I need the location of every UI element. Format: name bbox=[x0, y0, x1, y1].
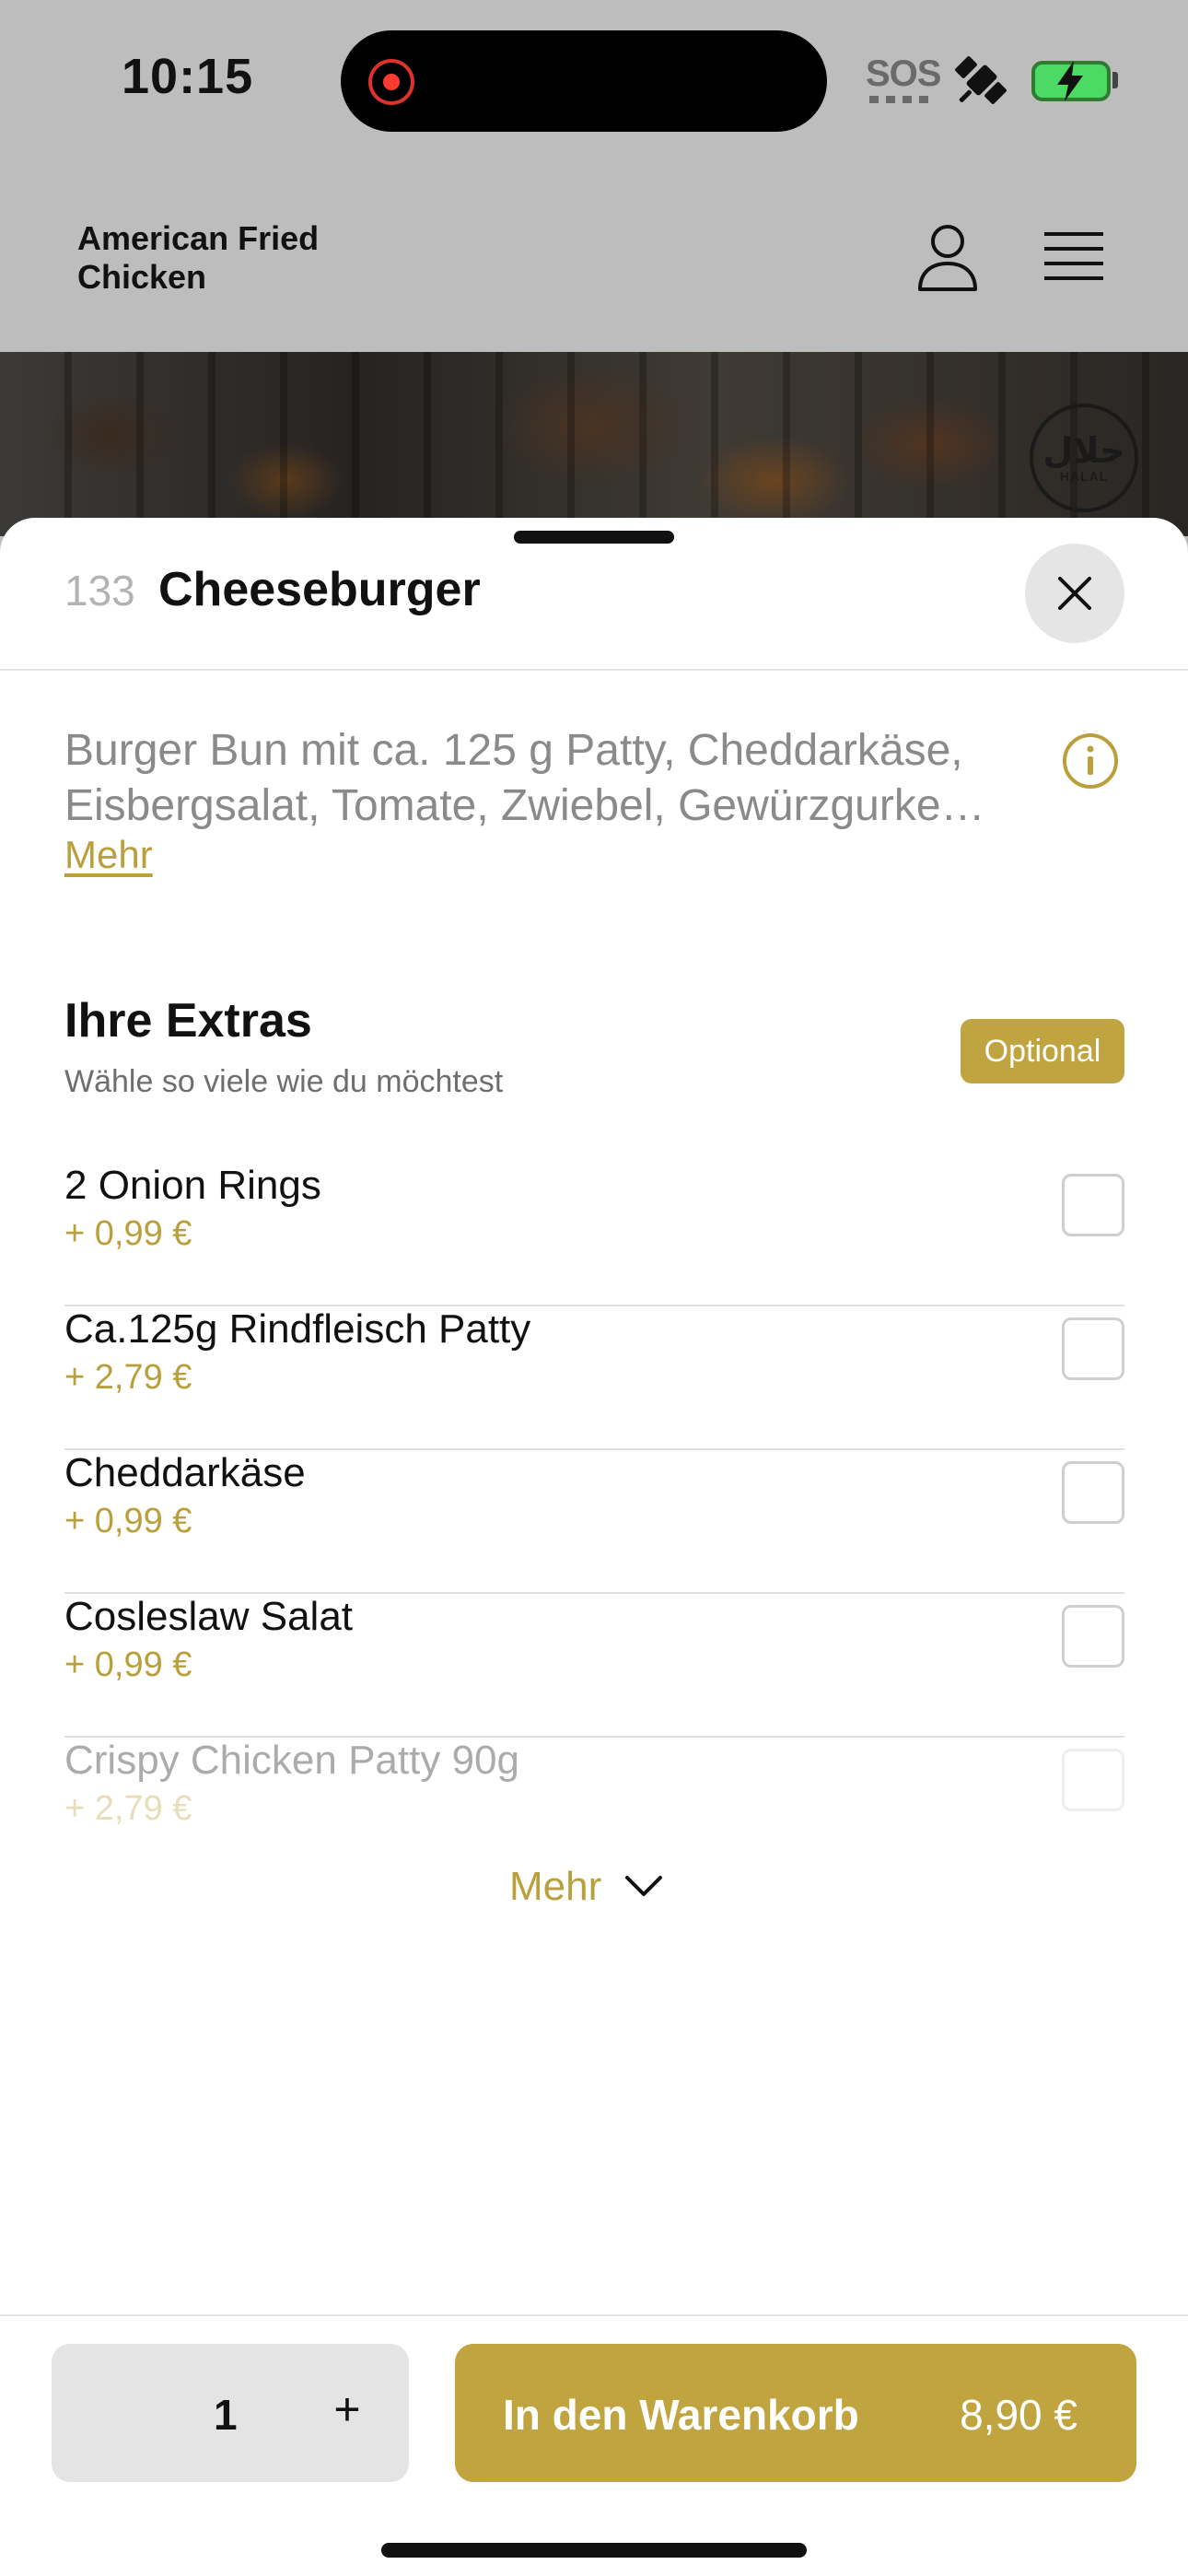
extra-price: + 0,99 € bbox=[64, 1645, 192, 1684]
sos-label: SOS bbox=[866, 53, 941, 94]
extra-checkbox[interactable] bbox=[1062, 1605, 1124, 1668]
description-more-link[interactable]: Mehr bbox=[64, 833, 153, 877]
product-number: 133 bbox=[64, 567, 135, 615]
extra-item[interactable]: Cosleslaw Salat + 0,99 € bbox=[64, 1594, 1124, 1738]
halal-label: HALAL bbox=[1059, 469, 1109, 484]
home-indicator bbox=[381, 2543, 807, 2558]
more-extras-label: Mehr bbox=[509, 1864, 602, 1909]
extra-name: Ca.125g Rindfleisch Patty bbox=[64, 1306, 531, 1352]
extra-price: + 0,99 € bbox=[64, 1214, 192, 1253]
add-to-cart-button[interactable]: In den Warenkorb 8,90 € bbox=[455, 2344, 1136, 2482]
extras-title: Ihre Extras bbox=[64, 994, 312, 1048]
quantity-plus-button[interactable]: + bbox=[324, 2383, 370, 2436]
cart-price: 8,90 € bbox=[960, 2391, 1077, 2439]
halal-arabic-text: حلال bbox=[1042, 430, 1125, 471]
recording-icon bbox=[368, 59, 414, 105]
extras-subtitle: Wähle so viele wie du möchtest bbox=[64, 1064, 504, 1099]
extra-name: Crispy Chicken Patty 90g bbox=[64, 1738, 519, 1783]
footer-divider bbox=[0, 2314, 1188, 2316]
hamburger-menu-icon[interactable] bbox=[1044, 230, 1103, 284]
optional-badge: Optional bbox=[961, 1019, 1124, 1083]
extra-name: Cheddarkäse bbox=[64, 1450, 306, 1495]
info-icon[interactable] bbox=[1062, 732, 1119, 790]
more-extras-button[interactable]: Mehr bbox=[509, 1861, 664, 1913]
extra-price: + 2,79 € bbox=[64, 1358, 192, 1397]
divider bbox=[0, 669, 1188, 671]
product-title: Cheeseburger bbox=[158, 563, 481, 616]
close-button[interactable] bbox=[1025, 544, 1124, 643]
extra-checkbox[interactable] bbox=[1062, 1461, 1124, 1524]
halal-badge: حلال HALAL bbox=[1030, 404, 1138, 512]
quantity-value: 1 bbox=[214, 2391, 238, 2439]
extra-item[interactable]: Crispy Chicken Patty 90g + 2,79 € bbox=[64, 1738, 1124, 1839]
description-line: Burger Bun mit ca. 125 g Patty, Cheddark… bbox=[64, 726, 963, 775]
hero-food-image bbox=[0, 352, 1188, 536]
brand-name[interactable]: American Fried Chicken bbox=[77, 219, 354, 297]
extra-name: 2 Onion Rings bbox=[64, 1163, 321, 1208]
battery-tip bbox=[1112, 72, 1118, 88]
description-line: Eisbergsalat, Tomate, Zwiebel, Gewürzgur… bbox=[64, 781, 985, 830]
extra-item[interactable]: Cheddarkäse + 0,99 € bbox=[64, 1450, 1124, 1594]
chevron-down-icon bbox=[625, 1876, 663, 1896]
extra-item[interactable]: Ca.125g Rindfleisch Patty + 2,79 € bbox=[64, 1306, 1124, 1450]
product-description: Burger Bun mit ca. 125 g Patty, Cheddark… bbox=[64, 723, 1050, 834]
charging-bolt-icon bbox=[1057, 61, 1083, 101]
close-icon bbox=[1058, 577, 1091, 610]
extra-item[interactable]: 2 Onion Rings + 0,99 € bbox=[64, 1163, 1124, 1306]
add-to-cart-label: In den Warenkorb bbox=[503, 2391, 859, 2439]
satellite-icon bbox=[955, 56, 1007, 104]
extra-price: + 0,99 € bbox=[64, 1502, 192, 1540]
extra-price: + 2,79 € bbox=[64, 1789, 192, 1828]
grill-pattern bbox=[0, 352, 1188, 536]
extra-checkbox[interactable] bbox=[1062, 1317, 1124, 1380]
sheet-grabber[interactable] bbox=[514, 531, 674, 544]
extra-checkbox[interactable] bbox=[1062, 1174, 1124, 1236]
extra-name: Cosleslaw Salat bbox=[64, 1594, 354, 1639]
signal-dots-icon bbox=[869, 96, 928, 103]
user-account-icon[interactable] bbox=[916, 221, 979, 293]
status-bar: 10:15 SOS bbox=[0, 0, 1188, 166]
extra-checkbox[interactable] bbox=[1062, 1749, 1124, 1811]
status-time: 10:15 bbox=[122, 49, 254, 104]
